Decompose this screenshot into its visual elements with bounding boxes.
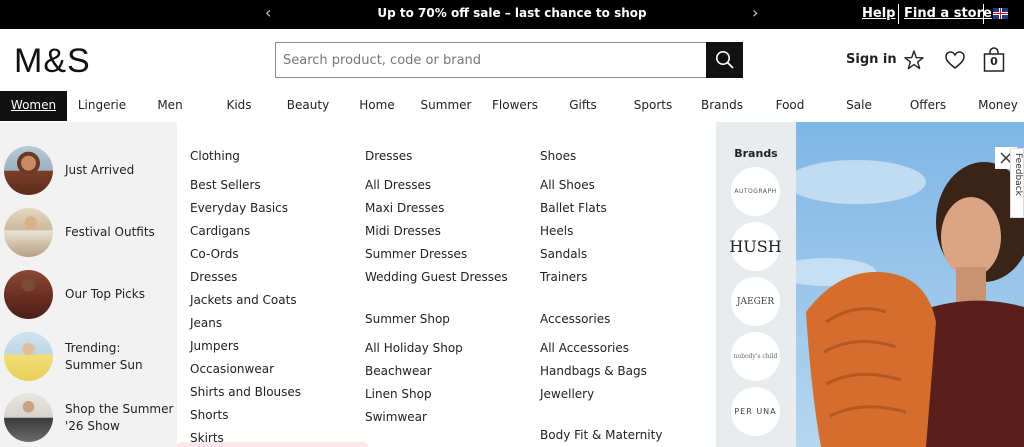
brand-logo-nobodys-child[interactable]: nobody's child bbox=[731, 332, 780, 381]
menu-link[interactable]: Jeans bbox=[190, 316, 222, 330]
menu-link[interactable]: Occasionwear bbox=[190, 362, 274, 376]
menu-link[interactable]: Everyday Basics bbox=[190, 201, 288, 215]
bag-count: 0 bbox=[990, 55, 998, 68]
menu-link[interactable]: All Shoes bbox=[540, 178, 595, 192]
brands-panel: Brands AUTOGRAPH HUSH JAEGER nobody's ch… bbox=[716, 122, 796, 447]
bag-button[interactable]: 0 bbox=[982, 46, 1006, 74]
promo-bar: ‹ Up to 70% off sale – last chance to sh… bbox=[0, 0, 1024, 29]
brand-logo-autograph[interactable]: AUTOGRAPH bbox=[731, 167, 780, 216]
hero-image[interactable] bbox=[796, 122, 1024, 447]
accessories-heading[interactable]: Accessories bbox=[540, 312, 610, 326]
nav-food[interactable]: Food bbox=[772, 91, 808, 121]
nav-gifts[interactable]: Gifts bbox=[563, 91, 603, 121]
summer-shop-heading[interactable]: Summer Shop bbox=[365, 312, 450, 326]
body-fit-heading[interactable]: Body Fit & Maternity bbox=[540, 428, 662, 442]
nav-sale[interactable]: Sale bbox=[842, 91, 876, 121]
featured-thumb bbox=[4, 270, 53, 319]
search-input[interactable] bbox=[276, 43, 706, 77]
nav-flowers[interactable]: Flowers bbox=[490, 91, 540, 121]
menu-link[interactable]: Jumpers bbox=[190, 339, 239, 353]
menu-link[interactable]: Summer Dresses bbox=[365, 247, 467, 261]
banner-edge bbox=[177, 442, 368, 447]
hero-photo bbox=[796, 122, 1024, 447]
menu-link[interactable]: Best Sellers bbox=[190, 178, 261, 192]
nav-money[interactable]: Money bbox=[975, 91, 1021, 121]
divider bbox=[898, 4, 899, 24]
feedback-label: Feedback bbox=[1013, 153, 1023, 196]
dresses-heading[interactable]: Dresses bbox=[365, 149, 412, 163]
menu-link[interactable]: Sandals bbox=[540, 247, 587, 261]
featured-thumb bbox=[4, 208, 53, 257]
sign-in-link[interactable]: Sign in bbox=[846, 52, 897, 67]
nav-women[interactable]: Women bbox=[0, 91, 67, 121]
search-button[interactable] bbox=[706, 42, 743, 78]
brand-logo-hush[interactable]: HUSH bbox=[729, 222, 782, 271]
nav-offers[interactable]: Offers bbox=[907, 91, 949, 121]
divider bbox=[983, 4, 984, 24]
main-nav: Women Lingerie Men Kids Beauty Home Summ… bbox=[0, 91, 1024, 121]
feedback-tab[interactable]: Feedback bbox=[1010, 148, 1024, 218]
featured-label: Just Arrived bbox=[65, 163, 135, 177]
menu-link[interactable]: Beachwear bbox=[365, 364, 432, 378]
menu-link[interactable]: Shirts and Blouses bbox=[190, 385, 301, 399]
featured-label: Shop the Summer '26 Show bbox=[65, 402, 174, 433]
help-link[interactable]: Help bbox=[862, 6, 895, 21]
menu-link[interactable]: Shorts bbox=[190, 408, 228, 422]
sparks-loyalty-button[interactable] bbox=[902, 48, 926, 72]
menu-link[interactable]: All Holiday Shop bbox=[365, 341, 463, 355]
star-icon bbox=[904, 50, 924, 70]
uk-flag-icon[interactable] bbox=[993, 8, 1008, 19]
nav-beauty[interactable]: Beauty bbox=[284, 91, 332, 121]
ms-logo[interactable]: M&S bbox=[14, 42, 91, 81]
menu-link[interactable]: Jackets and Coats bbox=[190, 293, 297, 307]
menu-link[interactable]: All Accessories bbox=[540, 341, 629, 355]
nav-brands[interactable]: Brands bbox=[697, 91, 747, 121]
brand-logo-per-una[interactable]: PER UNA bbox=[731, 387, 780, 436]
featured-thumb bbox=[4, 146, 53, 195]
nav-sports[interactable]: Sports bbox=[630, 91, 676, 121]
find-a-store-link[interactable]: Find a store bbox=[904, 6, 992, 21]
shoes-heading[interactable]: Shoes bbox=[540, 149, 576, 163]
featured-thumb bbox=[4, 393, 53, 442]
nav-home[interactable]: Home bbox=[355, 91, 399, 121]
heart-icon bbox=[945, 51, 965, 69]
menu-link[interactable]: Co-Ords bbox=[190, 247, 239, 261]
search-icon bbox=[715, 51, 734, 69]
menu-link[interactable]: Dresses bbox=[190, 270, 237, 284]
clothing-heading[interactable]: Clothing bbox=[190, 149, 240, 163]
search-box bbox=[275, 42, 706, 78]
menu-link[interactable]: Linen Shop bbox=[365, 387, 432, 401]
menu-link[interactable]: Ballet Flats bbox=[540, 201, 607, 215]
brands-title: Brands bbox=[734, 147, 778, 160]
featured-label: Festival Outfits bbox=[65, 225, 155, 239]
menu-link[interactable]: Heels bbox=[540, 224, 573, 238]
nav-men[interactable]: Men bbox=[150, 91, 190, 121]
menu-link[interactable]: Jewellery bbox=[540, 387, 594, 401]
featured-thumb bbox=[4, 332, 53, 381]
brand-logo-jaeger[interactable]: JAEGER bbox=[731, 277, 780, 326]
featured-label: Our Top Picks bbox=[65, 287, 145, 301]
menu-link[interactable]: Swimwear bbox=[365, 410, 427, 424]
chevron-right-icon[interactable]: › bbox=[752, 3, 758, 23]
wishlist-button[interactable] bbox=[943, 48, 967, 72]
featured-label: Trending: Summer Sun bbox=[65, 341, 143, 372]
menu-link[interactable]: Maxi Dresses bbox=[365, 201, 444, 215]
menu-link[interactable]: All Dresses bbox=[365, 178, 431, 192]
menu-link[interactable]: Cardigans bbox=[190, 224, 250, 238]
menu-link[interactable]: Wedding Guest Dresses bbox=[365, 270, 508, 284]
nav-lingerie[interactable]: Lingerie bbox=[72, 91, 132, 121]
menu-link[interactable]: Trainers bbox=[540, 270, 587, 284]
mega-menu: Just Arrived Festival Outfits Our Top Pi… bbox=[0, 122, 1024, 447]
nav-kids[interactable]: Kids bbox=[219, 91, 259, 121]
menu-link[interactable]: Midi Dresses bbox=[365, 224, 441, 238]
nav-summer[interactable]: Summer bbox=[420, 91, 472, 121]
featured-panel: Just Arrived Festival Outfits Our Top Pi… bbox=[0, 122, 177, 447]
menu-link[interactable]: Handbags & Bags bbox=[540, 364, 647, 378]
